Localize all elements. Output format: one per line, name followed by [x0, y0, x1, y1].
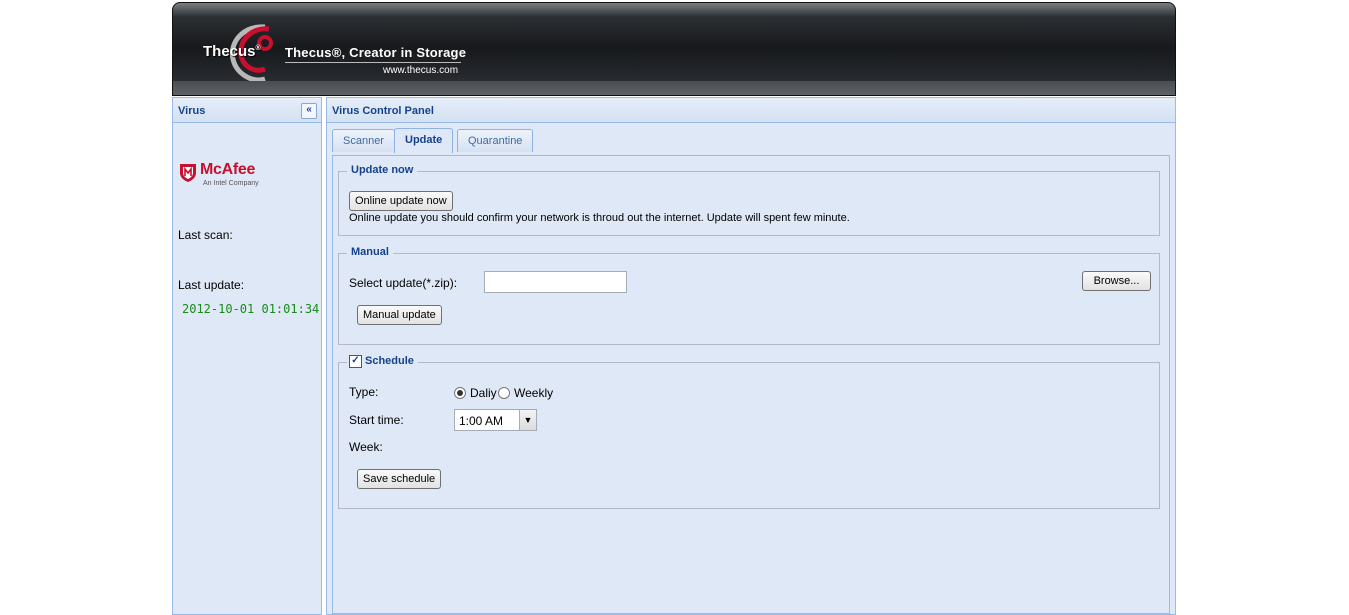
schedule-checkbox[interactable]: ✓ [349, 355, 362, 368]
site-url: www.thecus.com [383, 65, 459, 76]
chevron-down-icon[interactable]: ▼ [519, 410, 536, 430]
tab-scanner[interactable]: Scanner [332, 129, 395, 152]
main-panel-title: Virus Control Panel [332, 105, 434, 117]
start-time-label: Start time: [349, 413, 404, 427]
virus-control-panel: Virus Control Panel Scanner Update Quara… [326, 97, 1176, 615]
collapse-panel-icon[interactable]: « [301, 103, 317, 119]
mcafee-name: McAfee [200, 161, 256, 178]
last-update-label: Last update: [178, 278, 245, 292]
schedule-fieldset: ✓ Schedule Type: Daliy Weekly Start time… [338, 355, 1160, 509]
last-scan-label: Last scan: [178, 228, 233, 242]
manual-legend: Manual [347, 246, 393, 258]
tab-quarantine[interactable]: Quarantine [457, 129, 534, 152]
last-update-value: 2012-10-01 01:01:34 [182, 302, 320, 316]
save-schedule-button[interactable]: Save schedule [357, 469, 442, 489]
left-panel-header: Virus « [173, 98, 321, 123]
start-time-select[interactable]: 1:00 AM ▼ [454, 409, 537, 431]
weekly-option-label: Weekly [514, 386, 554, 400]
online-update-note: Online update you should confirm your ne… [349, 212, 850, 224]
week-label: Week: [349, 440, 383, 454]
update-file-field[interactable] [484, 271, 627, 293]
update-now-fieldset: Update now Online update now Online upda… [338, 164, 1160, 236]
weekly-radio[interactable] [498, 387, 510, 399]
manual-update-button[interactable]: Manual update [357, 305, 442, 325]
manual-fieldset: Manual Select update(*.zip): Browse... M… [338, 246, 1160, 345]
mcafee-subtitle: An Intel Company [203, 180, 259, 187]
tagline-underline [285, 62, 461, 63]
main-panel-header: Virus Control Panel [327, 98, 1175, 123]
mcafee-shield-icon [180, 164, 196, 182]
daily-option-label: Daliy [470, 386, 497, 400]
mcafee-logo: McAfee An Intel Company [179, 161, 289, 195]
type-label: Type: [349, 385, 379, 399]
left-panel: Virus « McAfee An Intel Company Last sca… [172, 97, 322, 615]
online-update-button[interactable]: Online update now [349, 191, 453, 211]
thecus-logo: Thecus® [203, 43, 261, 60]
start-time-value: 1:00 AM [459, 414, 504, 428]
tab-strip: Scanner Update Quarantine [332, 125, 1170, 156]
app-frame: Thecus® Thecus®, Creator in Storage www.… [172, 0, 1176, 615]
left-panel-title: Virus [178, 105, 206, 117]
select-update-label: Select update(*.zip): [349, 276, 458, 290]
schedule-legend: ✓ Schedule [347, 355, 418, 368]
tagline: Thecus®, Creator in Storage [285, 45, 467, 60]
update-now-legend: Update now [347, 164, 418, 176]
update-tab-body: Update now Online update now Online upda… [332, 156, 1170, 614]
header-banner: Thecus® Thecus®, Creator in Storage www.… [172, 2, 1176, 96]
tab-update[interactable]: Update [394, 128, 454, 153]
daily-radio[interactable] [454, 387, 466, 399]
browse-button[interactable]: Browse... [1082, 271, 1151, 291]
schedule-legend-text: Schedule [365, 355, 414, 367]
